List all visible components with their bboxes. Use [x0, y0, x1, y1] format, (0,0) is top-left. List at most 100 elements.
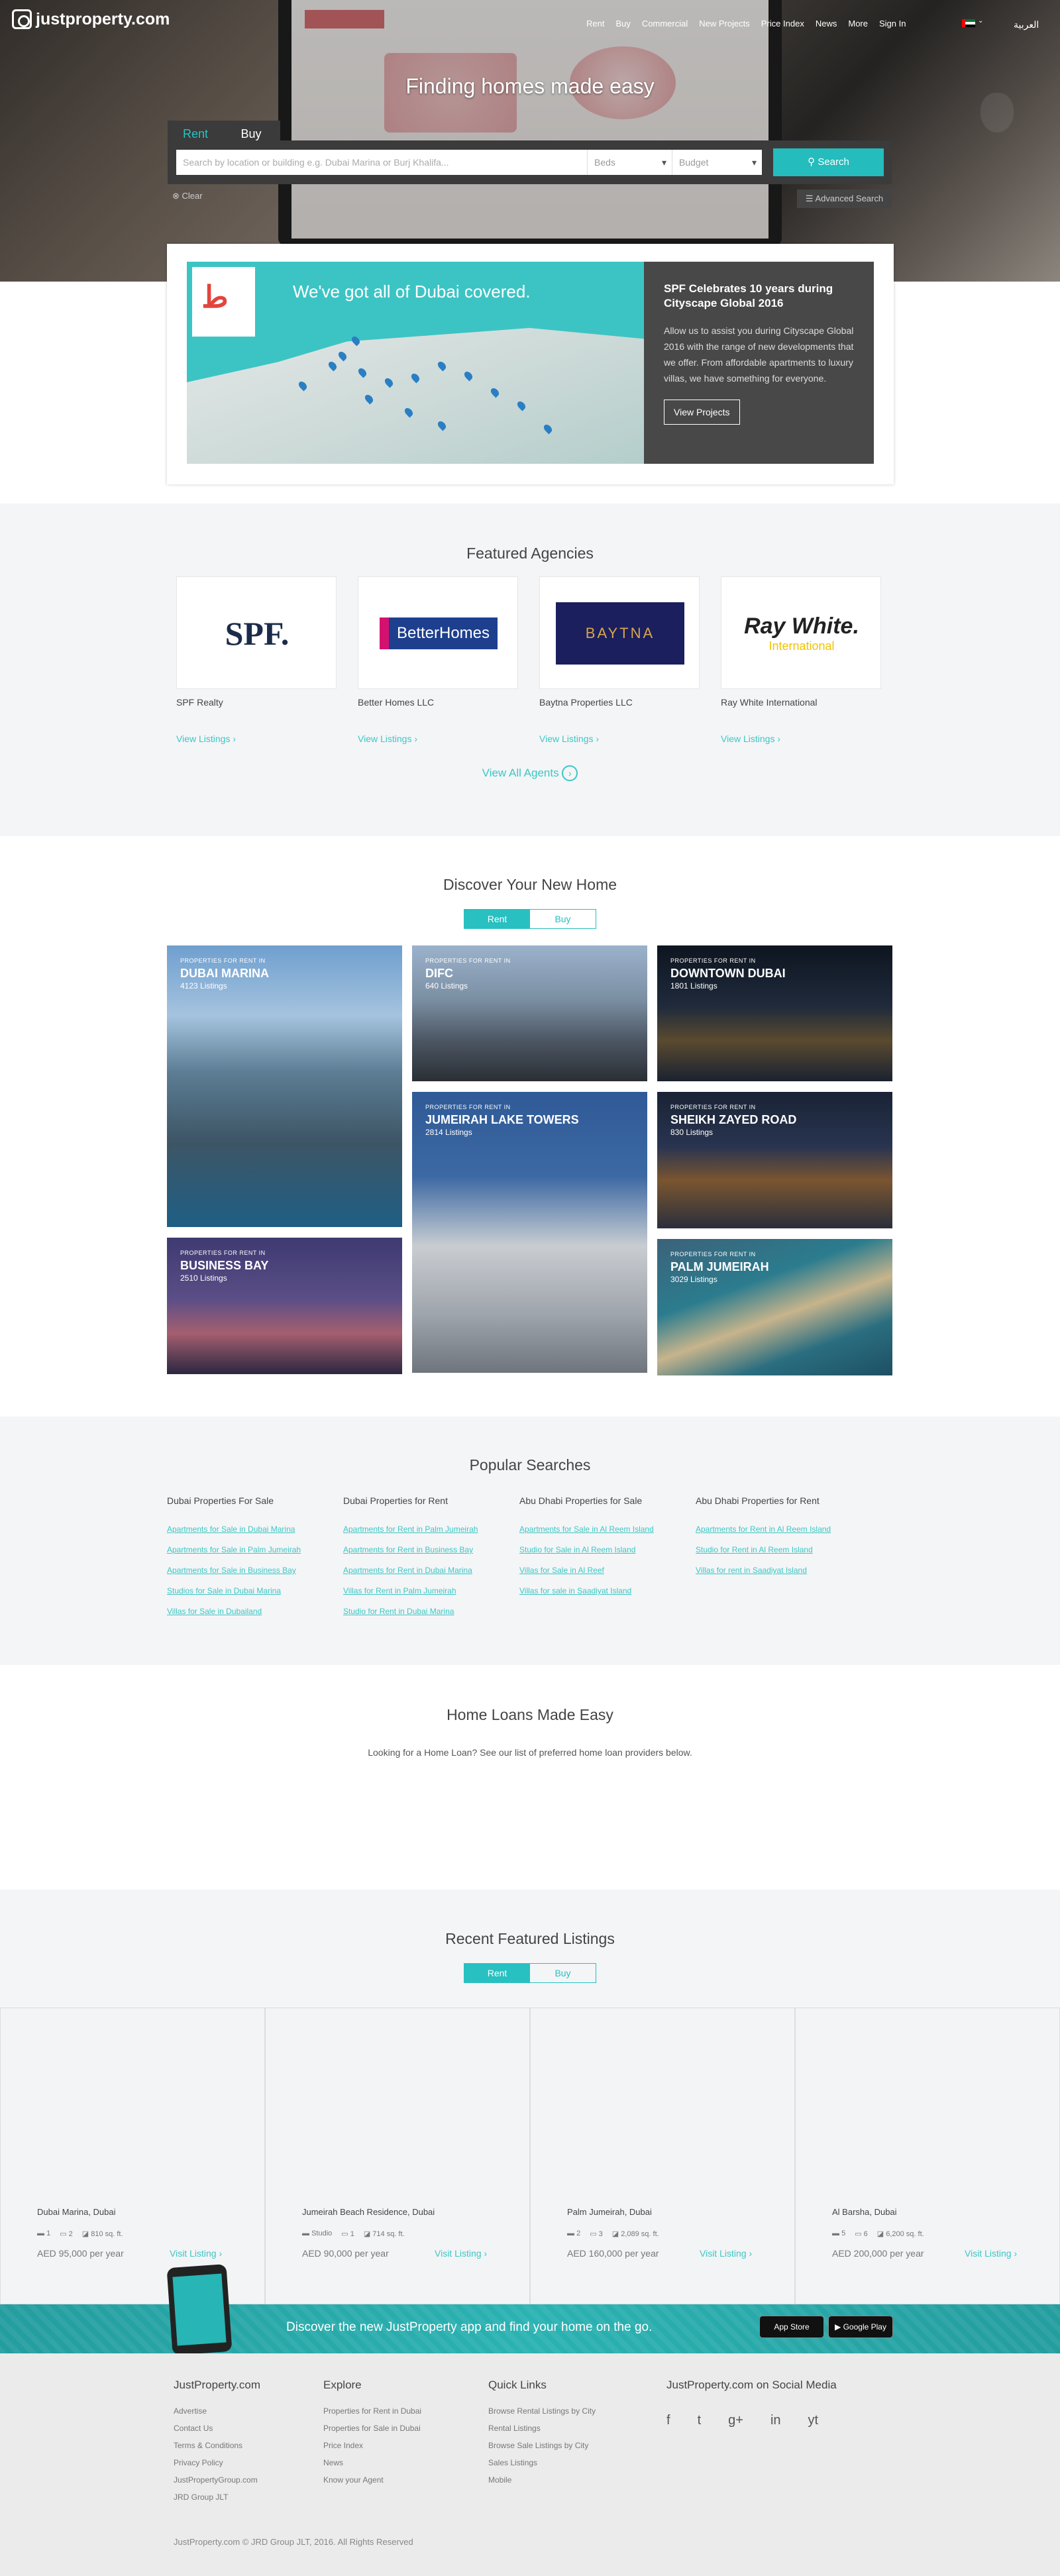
- tab-rent[interactable]: Rent: [464, 1964, 530, 1982]
- popular-link[interactable]: Apartments for Sale in Palm Jumeirah: [167, 1545, 343, 1554]
- app-store-button[interactable]: App Store: [759, 2316, 824, 2338]
- discover-toggle: Rent Buy: [464, 909, 596, 929]
- tab-buy[interactable]: Buy: [530, 1964, 596, 1982]
- visit-listing-link[interactable]: Visit Listing ›: [965, 2248, 1017, 2259]
- footer-link[interactable]: Mobile: [488, 2475, 596, 2485]
- view-projects-button[interactable]: View Projects: [664, 400, 740, 425]
- google-play-button[interactable]: ▶ Google Play: [828, 2316, 893, 2338]
- view-listings-link[interactable]: View Listings ›: [176, 733, 236, 744]
- agency-card[interactable]: BetterHomes: [358, 576, 518, 689]
- beds-select[interactable]: Beds ▾: [587, 150, 672, 175]
- listing-card[interactable]: Dubai Marina, Dubai ▬ 1 ▭ 2 ◪ 810 sq. ft. …: [0, 2008, 265, 2304]
- popular-link[interactable]: Apartments for Sale in Al Reem Island: [519, 1525, 695, 1534]
- footer-link[interactable]: Price Index: [323, 2441, 421, 2450]
- footer-link[interactable]: Contact Us: [174, 2424, 260, 2433]
- popular-title: Popular Searches: [469, 1456, 591, 1474]
- dubai-map[interactable]: ﻃ We've got all of Dubai covered.: [187, 262, 644, 464]
- area-tile-difc[interactable]: PROPERTIES FOR RENT IN DIFC 640 Listings: [412, 945, 647, 1081]
- footer-link[interactable]: JustPropertyGroup.com: [174, 2475, 260, 2485]
- footer-link[interactable]: Privacy Policy: [174, 2458, 260, 2467]
- popular-link[interactable]: Apartments for Rent in Business Bay: [343, 1545, 519, 1554]
- footer-link[interactable]: Properties for Sale in Dubai: [323, 2424, 421, 2433]
- footer-link[interactable]: Browse Sale Listings by City: [488, 2441, 596, 2450]
- popular-link[interactable]: Studios for Sale in Dubai Marina: [167, 1586, 343, 1595]
- visit-listing-link[interactable]: Visit Listing ›: [435, 2248, 487, 2259]
- agency-card[interactable]: Ray White. International: [721, 576, 881, 689]
- language-toggle[interactable]: العربية: [1014, 19, 1039, 30]
- search-button[interactable]: ⚲ Search: [773, 148, 884, 176]
- area-tile-downtown-dubai[interactable]: PROPERTIES FOR RENT IN DOWNTOWN DUBAI 1801…: [657, 945, 892, 1081]
- twitter-icon[interactable]: t: [698, 2413, 702, 2428]
- footer-link[interactable]: Know your Agent: [323, 2475, 421, 2485]
- budget-select[interactable]: Budget ▾: [672, 150, 762, 175]
- tab-rent[interactable]: Rent: [464, 910, 530, 928]
- popular-link[interactable]: Villas for rent in Saadiyat Island: [696, 1566, 871, 1575]
- clear-button[interactable]: ⊗ Clear: [172, 191, 203, 201]
- chevron-down-icon[interactable]: ⌄: [978, 17, 983, 25]
- nav-rent[interactable]: Rent: [586, 19, 604, 28]
- nav-sign-in[interactable]: Sign In: [879, 19, 906, 28]
- area-tile-dubai-marina[interactable]: PROPERTIES FOR RENT IN DUBAI MARINA 4123 L…: [167, 945, 402, 1227]
- google-plus-icon[interactable]: g+: [728, 2413, 743, 2428]
- uae-flag-icon[interactable]: [962, 19, 975, 27]
- facebook-icon[interactable]: f: [666, 2413, 670, 2428]
- popular-link[interactable]: Villas for Rent in Palm Jumeirah: [343, 1586, 519, 1595]
- popular-link[interactable]: Villas for Sale in Al Reef: [519, 1566, 695, 1575]
- popular-link[interactable]: Apartments for Rent in Palm Jumeirah: [343, 1525, 519, 1534]
- listing-card[interactable]: Al Barsha, Dubai ▬ 5 ▭ 6 ◪ 6,200 sq. ft. A…: [795, 2008, 1060, 2304]
- site-logo[interactable]: justproperty.com: [12, 9, 170, 29]
- area-tile-jumeirah-lake-towers[interactable]: PROPERTIES FOR RENT IN JUMEIRAH LAKE TOWE…: [412, 1092, 647, 1373]
- listing-card[interactable]: Jumeirah Beach Residence, Dubai ▬ Studio…: [265, 2008, 530, 2304]
- view-listings-link[interactable]: View Listings ›: [721, 733, 780, 744]
- advanced-search-button[interactable]: ☰ Advanced Search: [797, 189, 892, 208]
- area-tile-sheikh-zayed-road[interactable]: PROPERTIES FOR RENT IN SHEIKH ZAYED ROAD 8…: [657, 1092, 892, 1228]
- view-listings-link[interactable]: View Listings ›: [539, 733, 599, 744]
- nav-price-index[interactable]: Price Index: [761, 19, 804, 28]
- footer-link[interactable]: Properties for Rent in Dubai: [323, 2406, 421, 2416]
- popular-link[interactable]: Studio for Sale in Al Reem Island: [519, 1545, 695, 1554]
- search-input[interactable]: Search by location or building e.g. Duba…: [176, 150, 587, 175]
- nav-more[interactable]: More: [848, 19, 868, 28]
- nav-commercial[interactable]: Commercial: [642, 19, 688, 28]
- footer-link[interactable]: JRD Group JLT: [174, 2493, 260, 2502]
- promo-body: Allow us to assist you during Cityscape …: [664, 325, 854, 384]
- popular-link[interactable]: Apartments for Rent in Dubai Marina: [343, 1566, 519, 1575]
- bed-icon: ▬ Studio: [302, 2229, 333, 2237]
- youtube-icon[interactable]: yt: [808, 2413, 819, 2428]
- chevron-down-icon: ▾: [661, 157, 666, 168]
- visit-listing-link[interactable]: Visit Listing ›: [700, 2248, 752, 2259]
- view-listings-link[interactable]: View Listings ›: [358, 733, 417, 744]
- footer-link[interactable]: Terms & Conditions: [174, 2441, 260, 2450]
- recent-title: Recent Featured Listings: [445, 1930, 615, 1947]
- footer-social-column: JustProperty.com on Social Media: [666, 2379, 837, 2391]
- popular-link[interactable]: Apartments for Sale in Dubai Marina: [167, 1525, 343, 1534]
- view-all-agents-link[interactable]: View All Agents ›: [0, 765, 1060, 781]
- home-icon: [12, 9, 32, 29]
- popular-link[interactable]: Studio for Rent in Al Reem Island: [696, 1545, 871, 1554]
- visit-listing-link[interactable]: Visit Listing ›: [170, 2248, 222, 2259]
- area-icon: ◪ 2,089 sq. ft.: [611, 2230, 659, 2238]
- phone-mockup: [166, 2264, 233, 2355]
- footer-link[interactable]: Advertise: [174, 2406, 260, 2416]
- footer-link[interactable]: News: [323, 2458, 421, 2467]
- popular-link[interactable]: Apartments for Sale in Business Bay: [167, 1566, 343, 1575]
- nav-new-projects[interactable]: New Projects: [699, 19, 750, 28]
- tab-buy[interactable]: Buy: [530, 910, 596, 928]
- listing-card[interactable]: Palm Jumeirah, Dubai ▬ 2 ▭ 3 ◪ 2,089 sq. f…: [530, 2008, 795, 2304]
- popular-link[interactable]: Villas for sale in Saadiyat Island: [519, 1586, 695, 1595]
- linkedin-icon[interactable]: in: [770, 2413, 781, 2428]
- agency-card[interactable]: SPF.: [176, 576, 337, 689]
- nav-news[interactable]: News: [816, 19, 837, 28]
- loans-text: Looking for a Home Loan? See our list of…: [368, 1747, 692, 1758]
- agency-card[interactable]: BAYTNA: [539, 576, 700, 689]
- area-tile-business-bay[interactable]: PROPERTIES FOR RENT IN BUSINESS BAY 2510 L…: [167, 1238, 402, 1374]
- popular-link[interactable]: Apartments for Rent in Al Reem Island: [696, 1525, 871, 1534]
- area-tile-palm-jumeirah[interactable]: PROPERTIES FOR RENT IN PALM JUMEIRAH 3029 …: [657, 1239, 892, 1375]
- app-promo-text: Discover the new JustProperty app and fi…: [286, 2320, 653, 2334]
- footer-link[interactable]: Sales Listings: [488, 2458, 596, 2467]
- footer-link[interactable]: Browse Rental Listings by City: [488, 2406, 596, 2416]
- footer-link[interactable]: Rental Listings: [488, 2424, 596, 2433]
- popular-link[interactable]: Studio for Rent in Dubai Marina: [343, 1607, 519, 1616]
- popular-link[interactable]: Villas for Sale in Dubailand: [167, 1607, 343, 1616]
- nav-buy[interactable]: Buy: [615, 19, 630, 28]
